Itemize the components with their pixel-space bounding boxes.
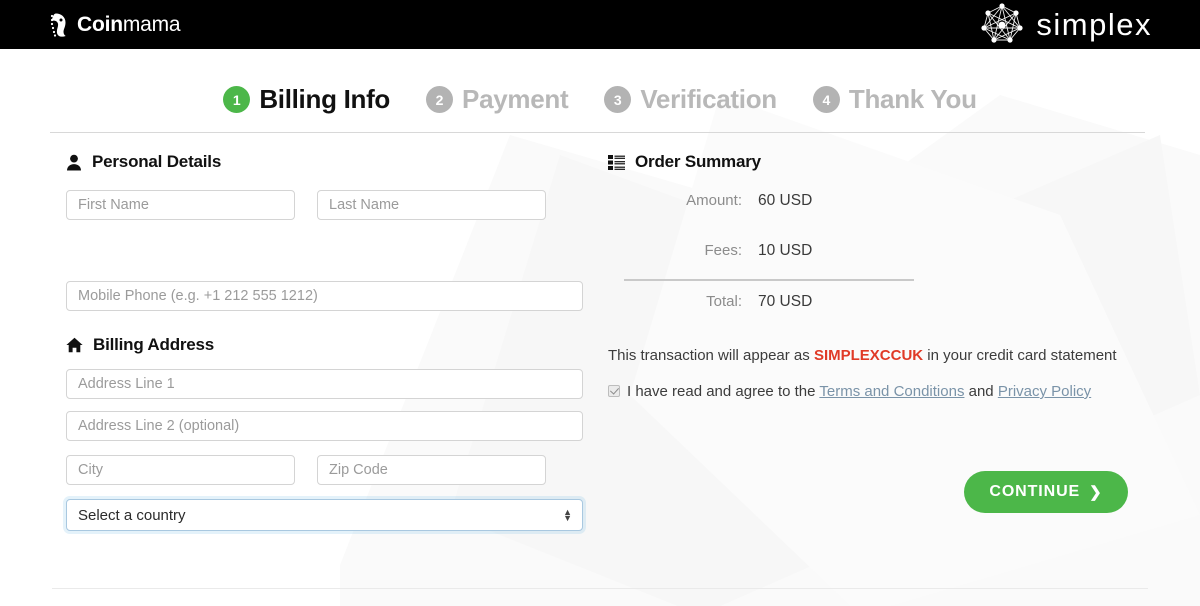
step-number: 4: [813, 86, 840, 113]
coinmama-logo-icon: [48, 11, 70, 39]
summary-separator: [624, 279, 914, 281]
summary-row-fees: Fees: 10 USD: [608, 242, 913, 266]
step-number: 1: [223, 86, 250, 113]
statement-descriptor-note: This transaction will appear as SIMPLEXC…: [608, 345, 1118, 366]
checkout-steps: 1 Billing Info 2 Payment 3 Verification …: [0, 84, 1200, 115]
step-payment[interactable]: 2 Payment: [426, 84, 568, 115]
mobile-phone-row: Mobile Phone (e.g. +1 212 555 1212): [66, 281, 586, 311]
statement-suffix: in your credit card statement: [923, 347, 1116, 364]
terms-text: I have read and agree to the Terms and C…: [627, 381, 1091, 402]
billing-page: Coinmama simplex 1 Billing Info: [0, 0, 1200, 606]
billing-form-column: Personal Details First Name Last Name Mo…: [66, 152, 586, 531]
simplex-wordmark: simplex: [1036, 7, 1152, 43]
home-icon: [66, 337, 83, 353]
personal-details-label: Personal Details: [92, 152, 221, 172]
mobile-phone-input[interactable]: Mobile Phone (e.g. +1 212 555 1212): [66, 281, 583, 311]
terms-checkbox[interactable]: [608, 385, 620, 397]
address-line-2-row: Address Line 2 (optional): [66, 411, 586, 441]
order-summary-table: Amount: 60 USD Fees: 10 USD Total: 70 US…: [608, 192, 913, 317]
step-label: Thank You: [849, 84, 977, 115]
step-number: 3: [604, 86, 631, 113]
total-label: Total:: [608, 293, 758, 310]
chevron-updown-icon: ▲▼: [563, 509, 572, 521]
name-fields-row: First Name Last Name: [66, 190, 586, 220]
coinmama-logo[interactable]: Coinmama: [48, 11, 180, 39]
address-line-2-input[interactable]: Address Line 2 (optional): [66, 411, 583, 441]
order-summary-heading: Order Summary: [608, 152, 1143, 172]
step-verification[interactable]: 3 Verification: [604, 84, 777, 115]
billing-address-heading: Billing Address: [66, 335, 586, 355]
summary-row-total: Total: 70 USD: [608, 293, 913, 317]
city-input[interactable]: City: [66, 455, 295, 485]
simplex-network-logo-icon: [978, 2, 1026, 48]
zip-code-input[interactable]: Zip Code: [317, 455, 546, 485]
terms-text-before: I have read and agree to the: [627, 383, 819, 400]
simplex-logo[interactable]: simplex: [978, 2, 1152, 48]
statement-descriptor-code: SIMPLEXCCUK: [814, 347, 923, 364]
statement-prefix: This transaction will appear as: [608, 347, 814, 364]
chevron-right-icon: ❯: [1089, 483, 1102, 501]
address-line-1-input[interactable]: Address Line 1: [66, 369, 583, 399]
billing-address-label: Billing Address: [93, 335, 214, 355]
summary-row-amount: Amount: 60 USD: [608, 192, 913, 216]
terms-agreement-row: I have read and agree to the Terms and C…: [608, 381, 1124, 402]
top-header-bar: Coinmama simplex: [0, 0, 1200, 49]
order-summary-label: Order Summary: [635, 152, 761, 172]
amount-label: Amount:: [608, 192, 758, 209]
step-label: Billing Info: [259, 84, 390, 115]
continue-button[interactable]: CONTINUE ❯: [964, 471, 1128, 513]
fees-label: Fees:: [608, 242, 758, 259]
step-thank-you[interactable]: 4 Thank You: [813, 84, 977, 115]
user-icon: [66, 154, 82, 171]
list-icon: [608, 155, 625, 170]
last-name-input[interactable]: Last Name: [317, 190, 546, 220]
continue-button-label: CONTINUE: [989, 483, 1080, 501]
terms-text-between: and: [964, 383, 997, 400]
step-label: Verification: [640, 84, 777, 115]
fees-value: 10 USD: [758, 242, 812, 260]
amount-value: 60 USD: [758, 192, 812, 210]
coinmama-wordmark: Coinmama: [77, 13, 180, 37]
total-value: 70 USD: [758, 293, 812, 311]
country-select-value: Select a country: [78, 507, 186, 524]
personal-details-heading: Personal Details: [66, 152, 586, 172]
order-summary-column: Order Summary Amount: 60 USD Fees: 10 US…: [608, 152, 1143, 402]
city-zip-row: City Zip Code: [66, 455, 586, 485]
address-line-1-row: Address Line 1: [66, 369, 586, 399]
bottom-divider: [52, 588, 1148, 589]
step-number: 2: [426, 86, 453, 113]
steps-divider: [50, 132, 1145, 133]
privacy-policy-link[interactable]: Privacy Policy: [998, 383, 1091, 400]
first-name-input[interactable]: First Name: [66, 190, 295, 220]
country-select[interactable]: Select a country ▲▼: [66, 499, 583, 531]
step-billing-info[interactable]: 1 Billing Info: [223, 84, 390, 115]
step-label: Payment: [462, 84, 568, 115]
terms-and-conditions-link[interactable]: Terms and Conditions: [819, 383, 964, 400]
